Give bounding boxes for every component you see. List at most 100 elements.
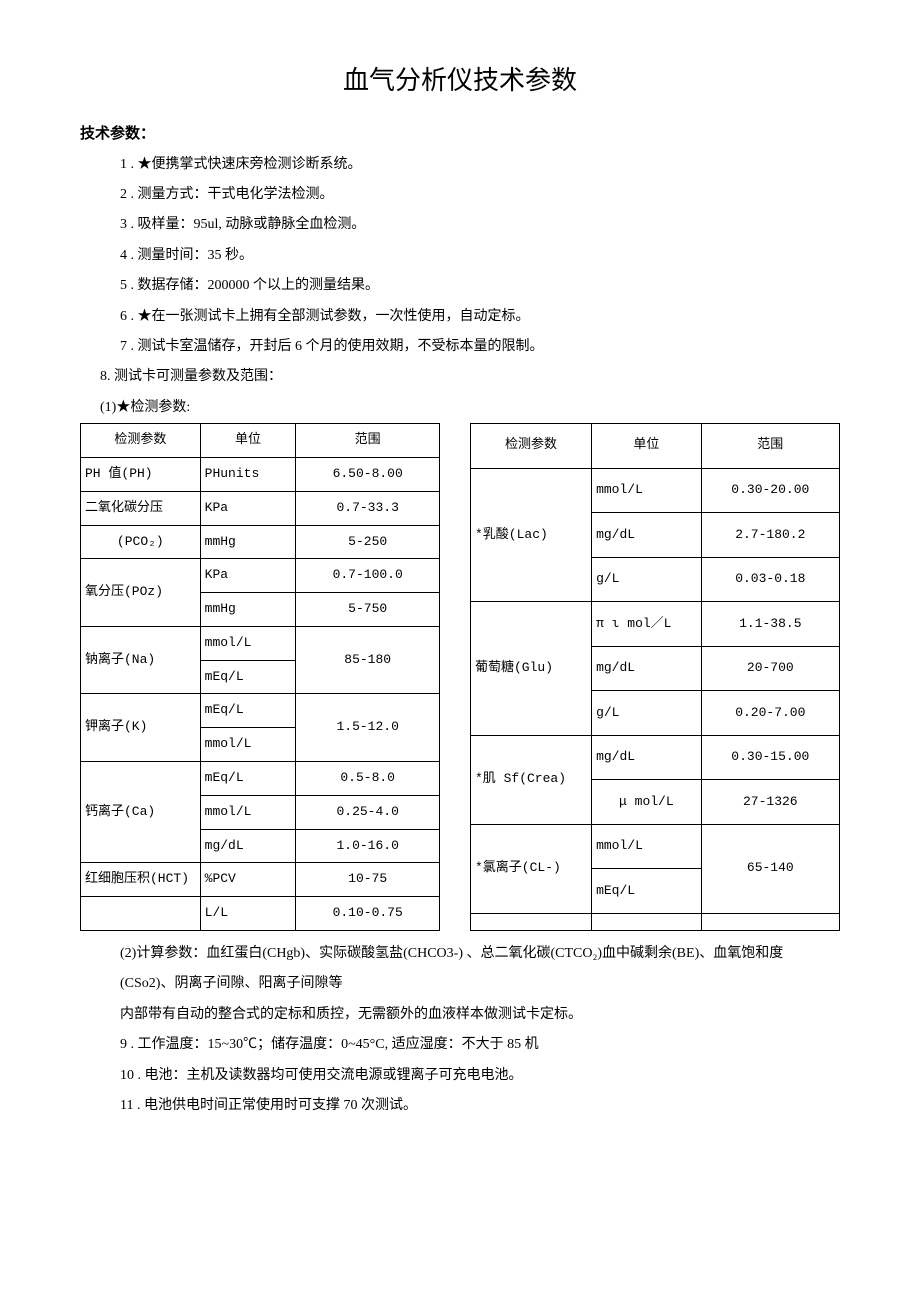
cell-range — [701, 913, 839, 930]
cell-unit: KPa — [200, 491, 296, 525]
cell-range: 20-700 — [701, 646, 839, 691]
spec-item-11: 11 . 电池供电时间正常使用时可支撑 70 次测试。 — [120, 1095, 840, 1117]
spec-item-2: 2 . 测量方式：干式电化学法检测。 — [120, 184, 840, 206]
cell-unit: g/L — [592, 557, 702, 602]
spec-item-4: 4 . 测量时间：35 秒。 — [120, 245, 840, 267]
table-row: 钠离子(Na) mmol/L 85-180 — [81, 626, 440, 660]
cell-unit: μ mol/L — [592, 780, 702, 825]
cell-range: 1.0-16.0 — [296, 829, 440, 863]
table-row: L/L 0.10-0.75 — [81, 897, 440, 931]
cell-unit: mmHg — [200, 525, 296, 559]
th-param: 检测参数 — [471, 424, 592, 469]
cell-unit: g/L — [592, 691, 702, 736]
cell-param: *肌 Sf(Crea) — [471, 735, 592, 824]
spec-item-5: 5 . 数据存储：200000 个以上的测量结果。 — [120, 275, 840, 297]
th-param: 检测参数 — [81, 424, 201, 458]
spec-item-8: 8. 测试卡可测量参数及范围： — [100, 366, 840, 388]
table-row: *肌 Sf(Crea) mg/dL 0.30-15.00 — [471, 735, 840, 780]
spec-item-3: 3 . 吸样量：95ul, 动脉或静脉全血检测。 — [120, 214, 840, 236]
cell-unit: mmol/L — [200, 795, 296, 829]
cell-range: 85-180 — [296, 626, 440, 694]
table-row: *乳酸(Lac) mmol/L 0.30-20.00 — [471, 468, 840, 513]
cell-range: 6.50-8.00 — [296, 457, 440, 491]
cell-unit: L/L — [200, 897, 296, 931]
cell-unit: mEq/L — [200, 762, 296, 796]
cell-param: (PCO₂) — [81, 525, 201, 559]
cell-unit: mmol/L — [592, 824, 702, 869]
table-row: *氯离子(CL-) mmol/L 65-140 — [471, 824, 840, 869]
cell-unit: mmol/L — [200, 626, 296, 660]
table-row — [471, 913, 840, 930]
th-range: 范围 — [701, 424, 839, 469]
cell-param: 钙离子(Ca) — [81, 762, 201, 863]
cell-unit: π ι mol／L — [592, 602, 702, 647]
spec-item-6: 6 . ★在一张测试卡上拥有全部测试参数，一次性使用，自动定标。 — [120, 306, 840, 328]
cell-param: 钠离子(Na) — [81, 626, 201, 694]
table-header-row: 检测参数 单位 范围 — [471, 424, 840, 469]
cell-unit: mg/dL — [592, 735, 702, 780]
after-list: (2)计算参数：血红蛋白(CHgb)、实际碳酸氢盐(CHCO3-) 、总二氧化碳… — [120, 943, 840, 1117]
cell-unit: %PCV — [200, 863, 296, 897]
table-row: PH 值(PH) PHunits 6.50-8.00 — [81, 457, 440, 491]
cell-range: 5-250 — [296, 525, 440, 559]
table-row: (PCO₂) mmHg 5-250 — [81, 525, 440, 559]
cell-unit: mEq/L — [592, 869, 702, 914]
table-row: 钙离子(Ca) mEq/L 0.5-8.0 — [81, 762, 440, 796]
spec-item-7: 7 . 测试卡室温储存，开封后 6 个月的使用效期，不受标本量的限制。 — [120, 336, 840, 358]
cell-param: 葡萄糖(Glu) — [471, 602, 592, 736]
cell-param: 二氧化碳分压 — [81, 491, 201, 525]
spec-item-10: 10 . 电池：主机及读数器均可使用交流电源或锂离子可充电电池。 — [120, 1065, 840, 1087]
table-header-row: 检测参数 单位 范围 — [81, 424, 440, 458]
calc-params-line1: (2)计算参数：血红蛋白(CHgb)、实际碳酸氢盐(CHCO3-) 、总二氧化碳… — [120, 943, 840, 965]
table-row: 红细胞压积(HCT) %PCV 10-75 — [81, 863, 440, 897]
cell-range: 10-75 — [296, 863, 440, 897]
table-row: 葡萄糖(Glu) π ι mol／L 1.1-38.5 — [471, 602, 840, 647]
cell-range: 65-140 — [701, 824, 839, 913]
cell-range: 1.1-38.5 — [701, 602, 839, 647]
cell-param: 氧分压(POz) — [81, 559, 201, 627]
cell-unit: mmHg — [200, 593, 296, 627]
left-parameter-table: 检测参数 单位 范围 PH 值(PH) PHunits 6.50-8.00 二氧… — [80, 423, 440, 931]
th-unit: 单位 — [200, 424, 296, 458]
right-parameter-table: 检测参数 单位 范围 *乳酸(Lac) mmol/L 0.30-20.00 mg… — [470, 423, 840, 931]
cell-range: 0.7-33.3 — [296, 491, 440, 525]
spec-item-8-1: (1)★检测参数: — [100, 397, 840, 419]
cell-range: 0.25-4.0 — [296, 795, 440, 829]
cell-range: 0.30-20.00 — [701, 468, 839, 513]
spec-item-9: 9 . 工作温度：15~30℃；储存温度：0~45°C, 适应湿度：不大于 85… — [120, 1034, 840, 1056]
cell-range: 0.30-15.00 — [701, 735, 839, 780]
cell-range: 0.03-0.18 — [701, 557, 839, 602]
cell-range: 0.7-100.0 — [296, 559, 440, 593]
cell-unit: mg/dL — [592, 646, 702, 691]
spec-list: 1 . ★便携掌式快速床旁检测诊断系统。 2 . 测量方式：干式电化学法检测。 … — [120, 154, 840, 359]
calibration-note: 内部带有自动的整合式的定标和质控，无需额外的血液样本做测试卡定标。 — [120, 1004, 840, 1026]
cell-param: PH 值(PH) — [81, 457, 201, 491]
cell-range: 27-1326 — [701, 780, 839, 825]
calc-params-line2: (CSo2)、阴离子间隙、阳离子间隙等 — [120, 973, 840, 995]
section-heading: 技术参数： — [80, 122, 840, 146]
cell-param: *乳酸(Lac) — [471, 468, 592, 602]
cell-range: 0.20-7.00 — [701, 691, 839, 736]
cell-unit: mmol/L — [592, 468, 702, 513]
cell-unit — [592, 913, 702, 930]
cell-param: 钾离子(K) — [81, 694, 201, 762]
th-unit: 单位 — [592, 424, 702, 469]
th-range: 范围 — [296, 424, 440, 458]
cell-unit: mmol/L — [200, 728, 296, 762]
page-title: 血气分析仪技术参数 — [80, 60, 840, 102]
cell-unit: mg/dL — [592, 513, 702, 558]
cell-unit: PHunits — [200, 457, 296, 491]
spec-item-1: 1 . ★便携掌式快速床旁检测诊断系统。 — [120, 154, 840, 176]
cell-unit: KPa — [200, 559, 296, 593]
cell-range: 0.10-0.75 — [296, 897, 440, 931]
cell-range: 2.7-180.2 — [701, 513, 839, 558]
cell-unit: mEq/L — [200, 660, 296, 694]
cell-param: 红细胞压积(HCT) — [81, 863, 201, 897]
cell-range: 1.5-12.0 — [296, 694, 440, 762]
table-row: 二氧化碳分压 KPa 0.7-33.3 — [81, 491, 440, 525]
table-row: 钾离子(K) mEq/L 1.5-12.0 — [81, 694, 440, 728]
cell-range: 5-750 — [296, 593, 440, 627]
cell-unit: mg/dL — [200, 829, 296, 863]
cell-param — [81, 897, 201, 931]
tables-container: 检测参数 单位 范围 PH 值(PH) PHunits 6.50-8.00 二氧… — [80, 423, 840, 931]
